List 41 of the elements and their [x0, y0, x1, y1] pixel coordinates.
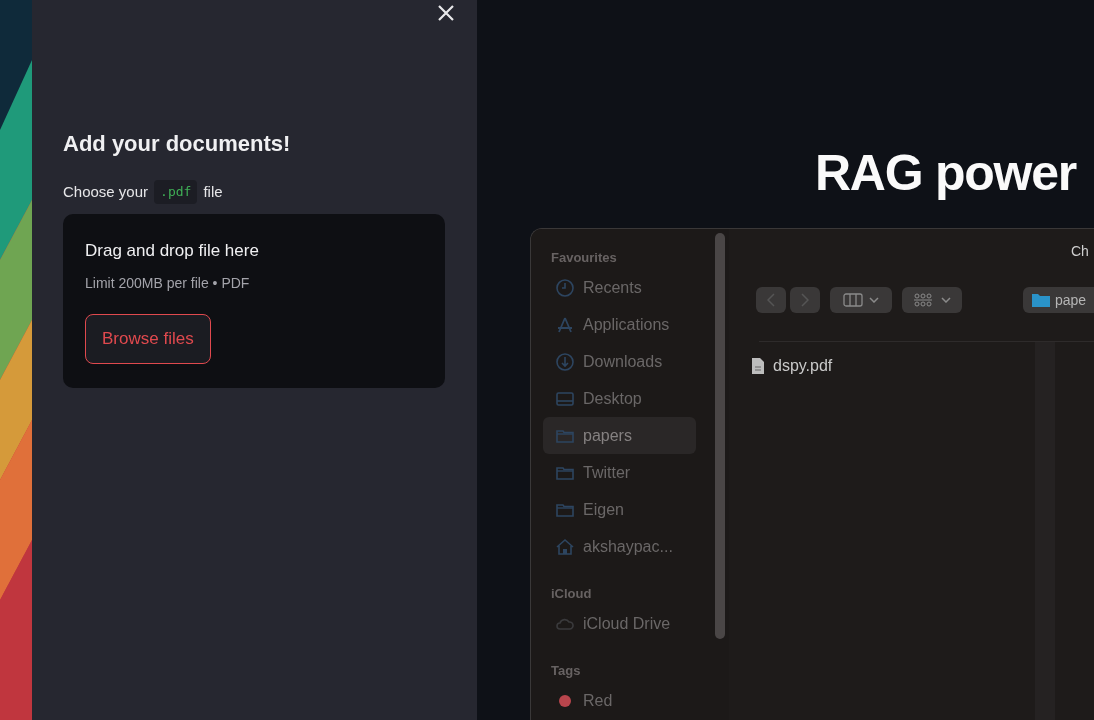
browse-button[interactable]: Browse files	[85, 314, 211, 364]
chevron-down-icon	[869, 297, 879, 303]
sidebar-item[interactable]: Desktop	[543, 380, 696, 417]
grid-view-button[interactable]	[902, 287, 962, 313]
download-icon	[555, 351, 575, 372]
section-header: iCloud	[550, 585, 593, 603]
columns-icon	[843, 293, 863, 307]
forward-button[interactable]	[790, 287, 820, 313]
chevron-right-icon	[801, 293, 809, 307]
field-label: file	[203, 181, 223, 202]
clock-icon	[555, 277, 575, 298]
page-title: RAG power	[815, 144, 1076, 203]
path-popup[interactable]: pape	[1023, 287, 1094, 313]
sidebar-item[interactable]: akshaypac...	[543, 528, 696, 565]
dropzone-title: Drag and drop file here	[85, 239, 259, 262]
chevron-left-icon	[767, 293, 775, 307]
chevron-down-icon	[941, 297, 951, 303]
sidebar-heading: Add your documents!	[63, 130, 292, 158]
sidebar-item[interactable]: iCloud Drive	[543, 605, 696, 642]
sidebar-item[interactable]: Applications	[543, 306, 696, 343]
section-header: Favourites	[550, 249, 618, 267]
field-label: Choose your	[63, 181, 149, 202]
dialog-title: Ch	[1071, 242, 1089, 261]
sidebar-item[interactable]: papers	[543, 417, 696, 454]
section-header: Tags	[550, 662, 582, 680]
column-view-button[interactable]	[830, 287, 892, 313]
sidebar-item[interactable]: Eigen	[543, 491, 696, 528]
sidebar-item[interactable]: Red	[543, 682, 696, 719]
upload-dropzone[interactable]: Drag and drop file here Limit 200MB per file • PDF Browse files	[63, 213, 445, 388]
document-icon	[751, 357, 765, 375]
sidebar-item[interactable]: Recents	[543, 269, 696, 306]
close-icon[interactable]	[437, 4, 455, 22]
house-icon	[555, 536, 575, 557]
sidebar-item[interactable]: Downloads	[543, 343, 696, 380]
file-row[interactable]: dspy.pdf	[751, 353, 833, 379]
dropzone-hint: Limit 200MB per file • PDF	[85, 274, 250, 293]
folder-icon	[1031, 292, 1051, 308]
grid-icon	[913, 292, 933, 308]
sidebar-item[interactable]: Twitter	[543, 454, 696, 491]
back-button[interactable]	[756, 287, 786, 313]
code-text: .pdf	[154, 180, 198, 204]
